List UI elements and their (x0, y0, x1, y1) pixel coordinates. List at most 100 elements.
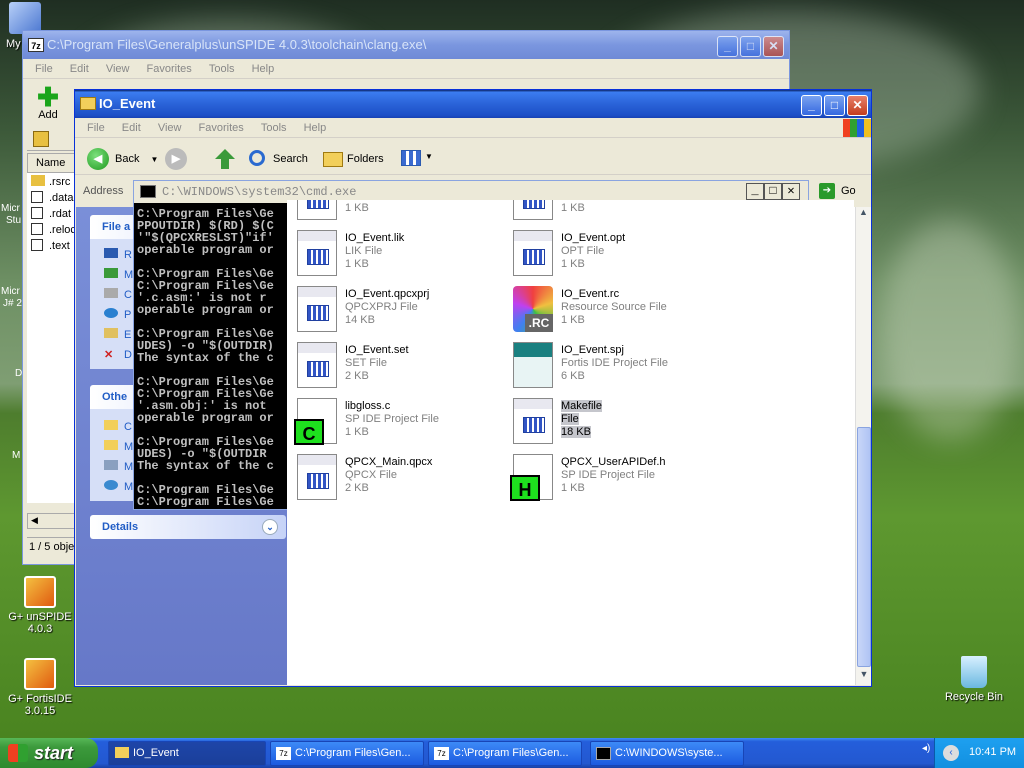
views-icon[interactable] (401, 150, 421, 166)
place-label: M (124, 461, 134, 473)
file-item[interactable]: QPCX_Main.qpcx QPCX File 2 KB (297, 448, 507, 504)
menu-help[interactable]: Help (252, 63, 275, 75)
folders-button[interactable]: Folders (321, 147, 384, 171)
win-file-icon (297, 286, 337, 332)
list-item[interactable]: .rsrc (27, 173, 81, 189)
menu-tools[interactable]: Tools (261, 122, 287, 134)
menu-favorites[interactable]: Favorites (147, 63, 192, 75)
menu-tools[interactable]: Tools (209, 63, 235, 75)
task-label: R (124, 249, 132, 261)
dropdown-arrow-icon[interactable]: ▼ (151, 155, 159, 164)
file-type: File (561, 413, 579, 425)
menu-favorites[interactable]: Favorites (199, 122, 244, 134)
file-item[interactable]: ASMResource.asmFortis IDE ASM File1 KB (297, 504, 507, 510)
list-item[interactable]: .data (27, 189, 81, 205)
menu-file[interactable]: File (35, 63, 53, 75)
taskbar-item-7zip-2[interactable]: 7z C:\Program Files\Gen... (428, 741, 582, 766)
menu-file[interactable]: File (87, 122, 105, 134)
views-dropdown-icon[interactable]: ▼ (425, 152, 433, 161)
list-item[interactable]: .rdat (27, 205, 81, 221)
file-item[interactable]: INBEX File1 KB (513, 200, 723, 224)
taskbar-item-io-event[interactable]: IO_Event (108, 741, 266, 766)
file-item[interactable]: .RC IO_Event.rc Resource Source File 1 KB (513, 280, 723, 336)
file-item[interactable]: HResource.hSP IDE Project File1 KB (513, 504, 723, 510)
tray-expand-icon[interactable]: ‹ (943, 745, 959, 761)
c-glyph-icon: C (294, 419, 324, 445)
up-folder-icon[interactable] (215, 149, 235, 169)
file-item[interactable]: H QPCX_UserAPIDef.h SP IDE Project File 1 K… (510, 448, 723, 504)
scrollbar-thumb[interactable] (857, 427, 871, 667)
file-item[interactable]: Makefile File 18 KB (513, 392, 723, 448)
speaker-icon[interactable]: ◂) (922, 743, 930, 754)
maximize-button[interactable]: □ (824, 95, 845, 116)
file-size: 2 KB (345, 482, 369, 494)
file-size: 14 KB (345, 314, 375, 326)
win-file-icon (297, 200, 337, 220)
menu-view[interactable]: View (106, 63, 130, 75)
cmd-line: C:\Program Files\Ge (137, 375, 274, 387)
add-button[interactable]: ✚ Add (31, 84, 65, 125)
menu-edit[interactable]: Edit (122, 122, 141, 134)
menu-help[interactable]: Help (304, 122, 327, 134)
maximize-button[interactable]: □ (740, 36, 761, 57)
start-button[interactable]: start (0, 738, 98, 768)
7zip-icon: 7z (434, 747, 449, 760)
go-button[interactable]: ➔ Go (817, 181, 863, 201)
system-tray: ‹ 10:41 PM (934, 738, 1024, 768)
taskbar-item-cmd[interactable]: C:\WINDOWS\syste... (590, 741, 744, 766)
scroll-left-icon[interactable]: ◀ (28, 515, 38, 525)
desktop-icon-unspide[interactable]: G+ unSPIDE 4.0.3 (0, 576, 80, 635)
file-item[interactable]: IO_Event.set SET File 2 KB (297, 336, 507, 392)
column-header-name[interactable]: Name (27, 153, 81, 173)
unspide-icon (24, 576, 56, 608)
file-item[interactable]: IO_Event.qpcxprj QPCXPRJ File 14 KB (297, 280, 507, 336)
windows-logo-icon (843, 119, 871, 137)
spj-file-icon (513, 342, 553, 388)
desktop-icon-recycle-bin[interactable]: Recycle Bin (934, 656, 1014, 703)
cmd-line: '.asm.obj:' is not (137, 399, 267, 411)
maximize-button[interactable]: □ (764, 183, 782, 200)
cmd-line: C:\Program Files\Ge (137, 495, 274, 507)
scroll-up-icon[interactable]: ▲ (856, 207, 871, 223)
minimize-button[interactable]: _ (801, 95, 822, 116)
file-item[interactable]: IO_Event.spj Fortis IDE Project File 6 KB (513, 336, 723, 392)
file-item[interactable]: INB File1 KB (297, 200, 507, 224)
menu-edit[interactable]: Edit (70, 63, 89, 75)
close-button[interactable]: ✕ (782, 183, 800, 200)
list-item[interactable]: .text (27, 237, 81, 253)
horizontal-scrollbar[interactable]: ◀ (27, 513, 81, 529)
file-type: QPCXPRJ File (345, 301, 418, 313)
details-header[interactable]: Details ⌄ (90, 515, 286, 539)
search-button[interactable]: Search (247, 147, 308, 171)
minimize-button[interactable]: _ (746, 183, 764, 200)
vertical-scrollbar[interactable]: ▲ ▼ (855, 207, 871, 685)
cmd-icon (596, 747, 611, 760)
file-item[interactable]: Clibgloss.c SP IDE Project File 1 KB (294, 392, 507, 448)
back-file-list[interactable]: .rsrc .data .rdat .reloc .text (27, 173, 81, 503)
chevron-down-icon[interactable]: ⌄ (262, 519, 278, 535)
list-item[interactable]: .reloc (27, 221, 81, 237)
cmd-line (137, 471, 287, 483)
clock: 10:41 PM (969, 746, 1017, 758)
up-folder-icon[interactable] (33, 131, 49, 147)
menu-view[interactable]: View (158, 122, 182, 134)
list-item-label: .data (49, 192, 74, 204)
taskbar-item-7zip-1[interactable]: 7z C:\Program Files\Gen... (270, 741, 424, 766)
scroll-down-icon[interactable]: ▼ (856, 669, 872, 679)
file-item[interactable]: IO_Event.opt OPT File 1 KB (513, 224, 723, 280)
header-label: Othe (102, 391, 128, 403)
close-button[interactable]: ✕ (847, 95, 868, 116)
forward-arrow-icon[interactable]: ▶ (165, 148, 187, 170)
cmd-line: C:\Program Files\Ge (137, 435, 274, 447)
cmd-line: UDES) -o "$(OUTDIR (137, 447, 267, 459)
minimize-button[interactable]: _ (717, 36, 738, 57)
add-label: Add (38, 109, 58, 121)
file-size: 2 KB (345, 370, 369, 382)
desktop-icon-fortiside[interactable]: G+ FortisIDE 3.0.15 (0, 658, 80, 717)
explorer-titlebar[interactable]: IO_Event _ □ ✕ (75, 90, 871, 118)
back-window-titlebar[interactable]: 7z C:\Program Files\Generalplus\unSPIDE … (23, 31, 789, 59)
file-item[interactable]: IO_Event.lik LIK File 1 KB (297, 224, 507, 280)
close-button[interactable]: ✕ (763, 36, 784, 57)
file-icon (31, 207, 43, 219)
back-button[interactable]: ◀ Back ▼ (85, 147, 158, 171)
